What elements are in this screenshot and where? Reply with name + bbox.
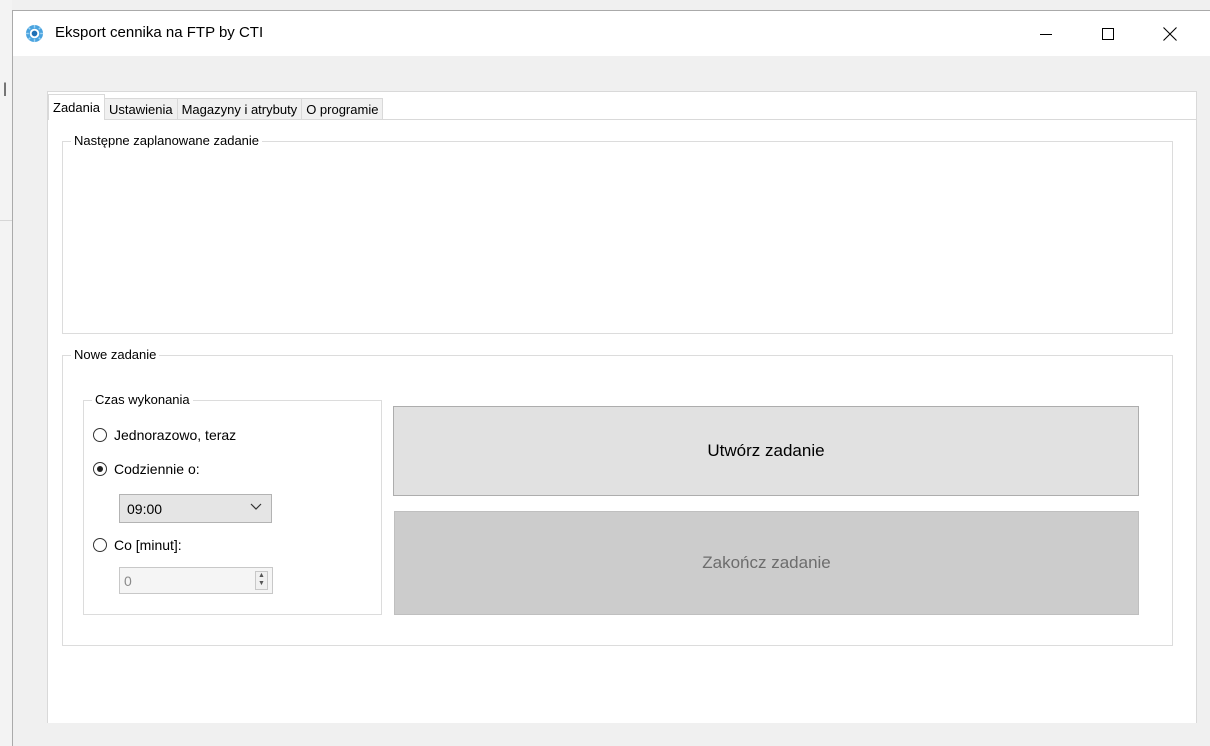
radio-once-now[interactable]: Jednorazowo, teraz <box>93 427 236 443</box>
daily-time-select[interactable]: 09:00 <box>119 494 272 523</box>
radio-daily-at-label: Codziennie o: <box>114 461 200 477</box>
close-button[interactable] <box>1147 11 1193 56</box>
maximize-icon <box>1102 27 1114 40</box>
window-title: Eksport cennika na FTP by CTI <box>55 24 264 41</box>
background-window-edge: l <box>0 0 12 746</box>
radio-once-now-circle[interactable] <box>93 428 107 442</box>
app-icon <box>25 24 44 43</box>
tab-control: Zadania Ustawienia Magazyny i atrybuty O… <box>47 91 1197 723</box>
new-task-group: Nowe zadanie Czas wykonania Jednorazowo,… <box>62 347 1173 646</box>
radio-daily-at[interactable]: Codziennie o: <box>93 461 200 477</box>
tab-magazyny-i-atrybuty[interactable]: Magazyny i atrybuty <box>176 98 303 120</box>
app-window: Eksport cennika na FTP by CTI Zadania Us… <box>12 10 1210 746</box>
new-task-legend: Nowe zadanie <box>71 347 160 362</box>
close-icon <box>1163 26 1177 41</box>
tab-ustawienia[interactable]: Ustawienia <box>103 98 178 120</box>
maximize-button[interactable] <box>1085 11 1131 56</box>
background-text: l <box>3 80 7 100</box>
tab-panel-zadania: Następne zaplanowane zadanie Nowe zadani… <box>48 119 1196 723</box>
radio-every-minutes-label: Co [minut]: <box>114 537 182 553</box>
radio-once-now-label: Jednorazowo, teraz <box>114 427 237 443</box>
next-task-legend: Następne zaplanowane zadanie <box>71 133 263 148</box>
background-divider <box>0 220 12 221</box>
tab-strip: Zadania Ustawienia Magazyny i atrybuty O… <box>48 90 384 120</box>
create-task-button[interactable]: Utwórz zadanie <box>393 406 1139 496</box>
minutes-value: 0 <box>124 572 132 589</box>
minutes-stepper[interactable]: 0 ▲ ▼ <box>119 567 273 594</box>
execution-time-group: Czas wykonania Jednorazowo, teraz Codzie… <box>83 392 382 615</box>
daily-time-value: 09:00 <box>127 500 163 517</box>
minimize-button[interactable] <box>1023 11 1069 56</box>
minimize-icon <box>1040 33 1052 35</box>
tab-zadania[interactable]: Zadania <box>48 94 105 120</box>
stepper-arrows-icon[interactable]: ▲ ▼ <box>255 571 268 590</box>
radio-daily-at-circle[interactable] <box>93 462 107 476</box>
radio-every-minutes-circle[interactable] <box>93 538 107 552</box>
end-task-button[interactable]: Zakończ zadanie <box>394 511 1139 615</box>
next-task-group: Następne zaplanowane zadanie <box>62 133 1173 334</box>
execution-time-legend: Czas wykonania <box>92 392 193 407</box>
tab-o-programie[interactable]: O programie <box>301 98 384 120</box>
title-bar[interactable]: Eksport cennika na FTP by CTI <box>13 11 1210 56</box>
radio-every-minutes[interactable]: Co [minut]: <box>93 537 182 553</box>
chevron-down-icon <box>250 503 262 510</box>
